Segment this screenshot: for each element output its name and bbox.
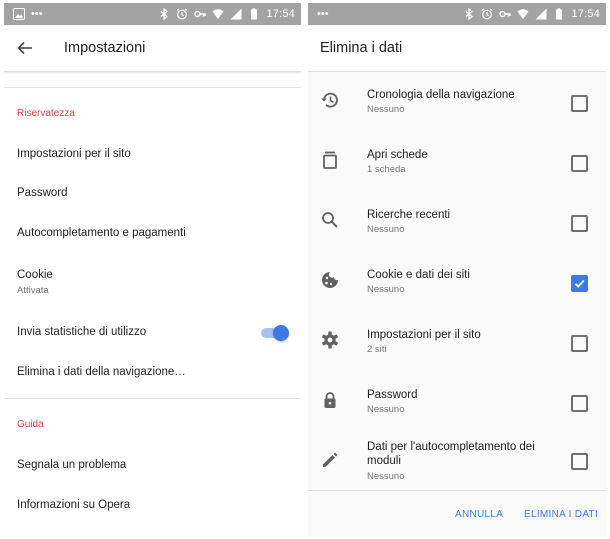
clear-data-item-open-tabs[interactable]: Apri schede 1 scheda: [308, 139, 606, 189]
settings-app-bar: Impostazioni: [4, 25, 301, 72]
notification-dots: •••: [317, 8, 329, 20]
bluetooth-icon: [161, 8, 169, 20]
settings-item-label: Segnala un problema: [17, 459, 127, 471]
item-subtitle: Nessuno: [367, 224, 405, 235]
signal-icon: [535, 8, 547, 20]
clear-data-item-recent-searches[interactable]: Ricerche recenti Nessuno: [308, 199, 606, 249]
vpn-key-icon: [194, 10, 207, 18]
settings-item-autofill[interactable]: Autocompletamento e pagamenti: [4, 217, 301, 251]
item-title: Ricerche recenti: [367, 209, 451, 221]
settings-item-label: Autocompletamento e pagamenti: [17, 227, 186, 239]
cancel-button[interactable]: ANNULLA: [455, 509, 503, 520]
item-subtitle: Nessuno: [367, 471, 405, 482]
cookie-icon: [322, 272, 338, 288]
clear-data-button[interactable]: ELIMINA I DATI: [524, 509, 598, 520]
settings-item-about-opera[interactable]: Informazioni su Opera: [4, 490, 301, 524]
bluetooth-icon: [466, 8, 474, 20]
divider: [4, 398, 301, 399]
clear-data-item-cookies[interactable]: Cookie e dati dei siti Nessuno: [308, 259, 606, 309]
alarm-icon: [482, 8, 493, 20]
signal-icon: [230, 8, 242, 20]
section-header-privacy: Riservatezza: [17, 108, 75, 119]
autofill-checkbox[interactable]: [571, 453, 588, 470]
item-subtitle: 1 scheda: [367, 164, 406, 175]
status-bar: ••• 17:54: [4, 3, 301, 25]
pencil-icon: [323, 452, 338, 467]
item-subtitle: 2 siti: [367, 344, 387, 355]
battery-icon: [556, 8, 563, 20]
settings-item-label: Impostazioni per il sito: [17, 148, 131, 160]
status-time: 17:54: [571, 8, 600, 20]
dialog-title-bar: Elimina i dati: [308, 25, 606, 72]
dialog-title: Elimina i dati: [320, 40, 403, 56]
clear-data-item-history[interactable]: Cronologia della navigazione Nessuno: [308, 79, 606, 129]
clear-data-dialog: ••• 17:54 Elimina i dati Cronologia dell…: [308, 3, 606, 536]
settings-item-status: Attivata: [17, 285, 49, 296]
item-title: Cookie e dati dei siti: [367, 269, 470, 281]
vpn-key-icon: [499, 10, 512, 18]
alarm-icon: [177, 8, 188, 20]
back-arrow-icon[interactable]: [15, 38, 35, 58]
battery-icon: [251, 8, 258, 20]
search-icon: [322, 212, 338, 228]
settings-item-cookies[interactable]: Cookie Attivata: [4, 261, 301, 301]
checkmark-icon: [574, 279, 585, 288]
open-tabs-checkbox[interactable]: [571, 155, 588, 172]
item-subtitle: Nessuno: [367, 104, 405, 115]
item-title: Cronologia della navigazione: [367, 89, 515, 101]
gear-icon: [322, 331, 338, 349]
passwords-checkbox[interactable]: [571, 395, 588, 412]
section-header-help: Guida: [17, 419, 44, 430]
history-checkbox[interactable]: [571, 95, 588, 112]
settings-item-label: Invia statistiche di utilizzo: [17, 326, 147, 338]
status-bar: ••• 17:54: [308, 3, 606, 25]
settings-item-label: Password: [17, 187, 68, 199]
image-notification-icon: [13, 8, 25, 20]
settings-item-label: Elimina i dati della navigazione…: [17, 366, 186, 378]
item-title: Apri schede: [367, 149, 428, 161]
item-title: Password: [367, 389, 418, 401]
toggle-thumb: [273, 325, 289, 341]
settings-item-label: Informazioni su Opera: [17, 499, 131, 511]
item-title: Impostazioni per il sito: [367, 329, 481, 341]
site-settings-checkbox[interactable]: [571, 335, 588, 352]
recent-searches-checkbox[interactable]: [571, 215, 588, 232]
cookies-checkbox[interactable]: [571, 275, 588, 292]
dialog-actions: ANNULLA ELIMINA I DATI: [308, 490, 606, 536]
clear-data-item-site-settings[interactable]: Impostazioni per il sito 2 siti: [308, 319, 606, 369]
wifi-icon: [212, 9, 224, 19]
item-subtitle: Nessuno: [367, 284, 405, 295]
item-title-line2: moduli: [367, 455, 401, 467]
settings-screen: ••• 17:54 Impostazioni Riservatezza Impo…: [4, 3, 301, 536]
tabs-icon: [323, 151, 337, 169]
settings-item-clear-browsing-data[interactable]: Elimina i dati della navigazione…: [4, 357, 301, 391]
notification-dots: •••: [31, 8, 43, 20]
status-time: 17:54: [266, 8, 295, 20]
item-subtitle: Nessuno: [367, 404, 405, 415]
lock-icon: [324, 392, 336, 408]
page-title: Impostazioni: [64, 40, 146, 56]
history-icon: [321, 92, 338, 108]
clear-data-item-autofill[interactable]: Dati per l'autocompletamento dei moduli …: [308, 433, 606, 489]
clear-data-item-passwords[interactable]: Password Nessuno: [308, 379, 606, 429]
item-title: Dati per l'autocompletamento dei: [367, 441, 535, 453]
settings-item-site-settings[interactable]: Impostazioni per il sito: [4, 138, 301, 172]
divider: [4, 87, 301, 88]
settings-item-report-problem[interactable]: Segnala un problema: [4, 450, 301, 484]
usage-stats-toggle[interactable]: [258, 324, 289, 342]
wifi-icon: [517, 9, 529, 19]
settings-item-passwords[interactable]: Password: [4, 178, 301, 212]
settings-item-label: Cookie: [17, 269, 53, 281]
settings-item-usage-stats[interactable]: Invia statistiche di utilizzo: [4, 316, 301, 350]
